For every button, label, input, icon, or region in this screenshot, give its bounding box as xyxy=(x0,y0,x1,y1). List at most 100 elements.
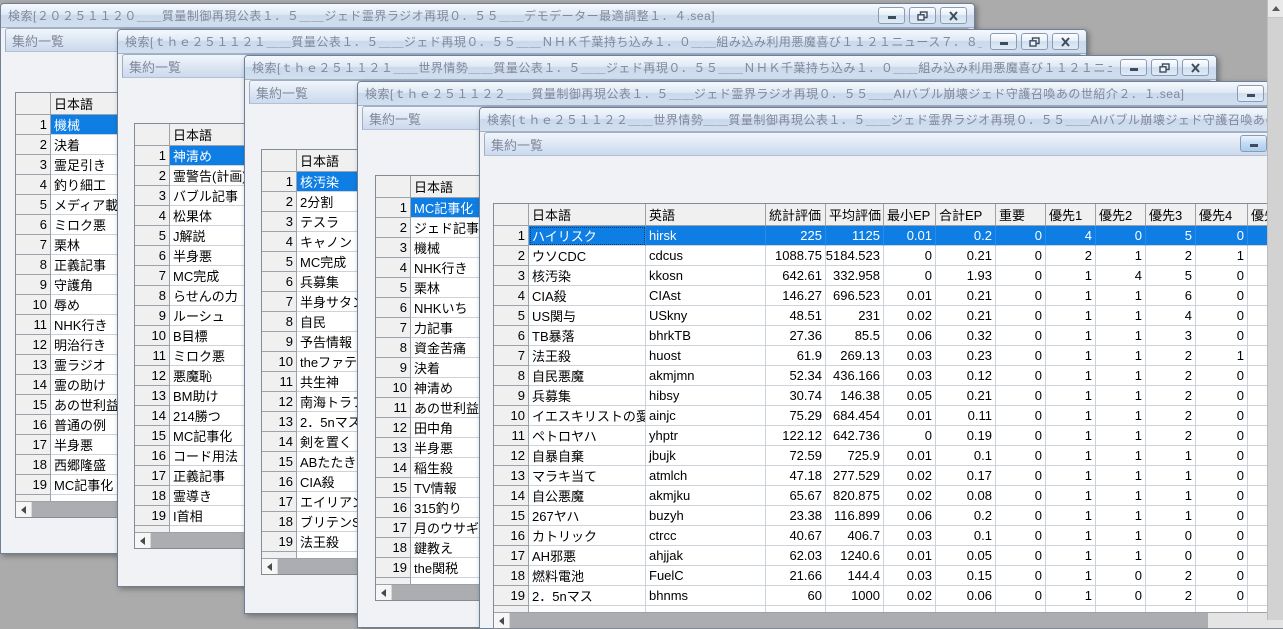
data-cell[interactable]: 0 xyxy=(996,406,1046,426)
data-cell[interactable]: 1 xyxy=(1146,446,1196,466)
data-cell[interactable]: 0.01 xyxy=(884,546,936,566)
row-number-cell[interactable]: 3 xyxy=(262,212,297,232)
data-cell[interactable]: 自民悪魔 xyxy=(529,366,646,386)
data-cell[interactable]: USkny xyxy=(646,306,766,326)
data-cell[interactable]: atmlch xyxy=(646,466,766,486)
data-cell[interactable]: ahjjak xyxy=(646,546,766,566)
data-cell[interactable]: 0.06 xyxy=(936,586,996,606)
row-number-cell[interactable]: 16 xyxy=(135,446,170,466)
data-cell[interactable]: 0.23 xyxy=(936,346,996,366)
row-number-cell[interactable]: 14 xyxy=(376,458,411,478)
data-cell[interactable]: jbujk xyxy=(646,446,766,466)
row-number-cell[interactable]: 10 xyxy=(16,295,51,315)
data-cell[interactable]: 0.05 xyxy=(936,546,996,566)
row-number-cell[interactable]: 5 xyxy=(262,252,297,272)
column-header[interactable]: 最小EP xyxy=(884,204,936,226)
data-cell[interactable]: TB暴落 xyxy=(529,326,646,346)
row-number-cell[interactable]: 18 xyxy=(135,486,170,506)
titlebar[interactable]: 検索[ｔｈｅ２５１１２１＿＿質量公表１．５＿＿ジェド再現０．５５＿＿ＮＨＫ千葉持… xyxy=(118,30,1086,54)
row-number-cell[interactable]: 7 xyxy=(494,346,529,366)
row-number-cell[interactable]: 6 xyxy=(135,246,170,266)
data-cell[interactable]: 0 xyxy=(1196,366,1248,386)
data-cell[interactable]: 27.36 xyxy=(766,326,826,346)
row-number-cell[interactable]: 11 xyxy=(135,346,170,366)
data-cell[interactable]: 1 xyxy=(1046,326,1096,346)
data-cell[interactable]: 23.38 xyxy=(766,506,826,526)
data-cell[interactable]: 自暴自棄 xyxy=(529,446,646,466)
row-number-cell[interactable]: 7 xyxy=(135,266,170,286)
data-cell[interactable]: 225 xyxy=(766,226,826,246)
data-cell[interactable]: 0 xyxy=(1196,386,1248,406)
row-number-cell[interactable]: 17 xyxy=(494,546,529,566)
row-number-cell[interactable]: 11 xyxy=(376,398,411,418)
data-cell[interactable]: ctrcc xyxy=(646,526,766,546)
data-cell[interactable]: 1 xyxy=(1096,366,1146,386)
data-cell[interactable]: 0.17 xyxy=(936,466,996,486)
data-cell[interactable]: 0.11 xyxy=(936,406,996,426)
data-cell[interactable]: 0.05 xyxy=(884,386,936,406)
data-cell[interactable]: 269.13 xyxy=(826,346,884,366)
row-number-cell[interactable]: 13 xyxy=(376,438,411,458)
row-number-cell[interactable]: 6 xyxy=(494,326,529,346)
minimize-button[interactable] xyxy=(1237,85,1264,102)
data-cell[interactable]: 1 xyxy=(1046,546,1096,566)
data-cell[interactable]: 1 xyxy=(1096,506,1146,526)
data-cell[interactable]: 0 xyxy=(996,586,1046,606)
data-cell[interactable]: 2 xyxy=(1146,246,1196,266)
scroll-left-button[interactable] xyxy=(135,533,151,548)
data-cell[interactable]: 1 xyxy=(1046,426,1096,446)
row-number-cell[interactable]: 10 xyxy=(494,406,529,426)
data-cell[interactable]: 0.15 xyxy=(936,566,996,586)
data-cell[interactable]: 自公悪魔 xyxy=(529,486,646,506)
data-cell[interactable]: 0 xyxy=(996,466,1046,486)
data-cell[interactable]: 4 xyxy=(1046,226,1096,246)
row-number-cell[interactable]: 1 xyxy=(16,115,51,135)
data-cell[interactable]: buzyh xyxy=(646,506,766,526)
row-number-cell[interactable]: 5 xyxy=(494,306,529,326)
data-cell[interactable]: 0 xyxy=(884,426,936,446)
row-number-cell[interactable]: 4 xyxy=(262,232,297,252)
data-cell[interactable]: 122.12 xyxy=(766,426,826,446)
data-cell[interactable]: 法王殺 xyxy=(529,346,646,366)
data-cell[interactable]: 0.01 xyxy=(884,446,936,466)
data-cell[interactable]: マラキ当て xyxy=(529,466,646,486)
data-cell[interactable]: 1 xyxy=(1046,406,1096,426)
column-header[interactable]: 優先4 xyxy=(1196,204,1248,226)
data-cell[interactable]: 2 xyxy=(1046,246,1096,266)
data-cell[interactable]: 1 xyxy=(1096,446,1146,466)
data-cell[interactable]: 1 xyxy=(1096,426,1146,446)
row-number-cell[interactable]: 14 xyxy=(262,432,297,452)
column-header[interactable]: 英語 xyxy=(646,204,766,226)
data-cell[interactable]: 696.523 xyxy=(826,286,884,306)
data-cell[interactable]: 1 xyxy=(1096,326,1146,346)
data-cell[interactable]: yhptr xyxy=(646,426,766,446)
data-cell[interactable]: 144.4 xyxy=(826,566,884,586)
close-button[interactable] xyxy=(1182,59,1209,76)
row-number-cell[interactable]: 5 xyxy=(135,226,170,246)
data-cell[interactable]: 0 xyxy=(1096,566,1146,586)
data-cell[interactable]: 1 xyxy=(1096,306,1146,326)
data-cell[interactable]: 0.01 xyxy=(884,226,936,246)
data-cell[interactable]: ainjc xyxy=(646,406,766,426)
data-cell[interactable]: cdcus xyxy=(646,246,766,266)
data-cell[interactable]: 0 xyxy=(996,366,1046,386)
row-number-cell[interactable]: 3 xyxy=(16,155,51,175)
data-cell[interactable]: 0 xyxy=(1196,506,1248,526)
restore-button[interactable] xyxy=(909,7,936,24)
data-cell[interactable]: AH邪悪 xyxy=(529,546,646,566)
data-cell[interactable]: 436.166 xyxy=(826,366,884,386)
titlebar[interactable]: 検索[ｔｈｅ２５１１２１＿＿世界情勢＿＿質量公表１．５＿＿ジェド再現０．５５＿＿… xyxy=(245,56,1216,80)
data-cell[interactable]: 277.529 xyxy=(826,466,884,486)
row-number-cell[interactable]: 10 xyxy=(262,352,297,372)
column-header[interactable]: 日本語 xyxy=(529,204,646,226)
data-cell[interactable]: 3 xyxy=(1146,326,1196,346)
row-number-cell[interactable]: 4 xyxy=(494,286,529,306)
row-number-cell[interactable]: 12 xyxy=(376,418,411,438)
data-cell[interactable]: 核汚染 xyxy=(529,266,646,286)
row-number-cell[interactable]: 8 xyxy=(262,312,297,332)
titlebar[interactable]: 検索[ｔｈｅ２５１１２２＿＿質量制御再現公表１．５＿＿ジェド霊界ラジオ再現０．５… xyxy=(358,82,1283,106)
data-cell[interactable]: FuelC xyxy=(646,566,766,586)
data-cell[interactable]: 1 xyxy=(1046,346,1096,366)
data-cell[interactable]: 0 xyxy=(996,446,1046,466)
data-cell[interactable]: 62.03 xyxy=(766,546,826,566)
